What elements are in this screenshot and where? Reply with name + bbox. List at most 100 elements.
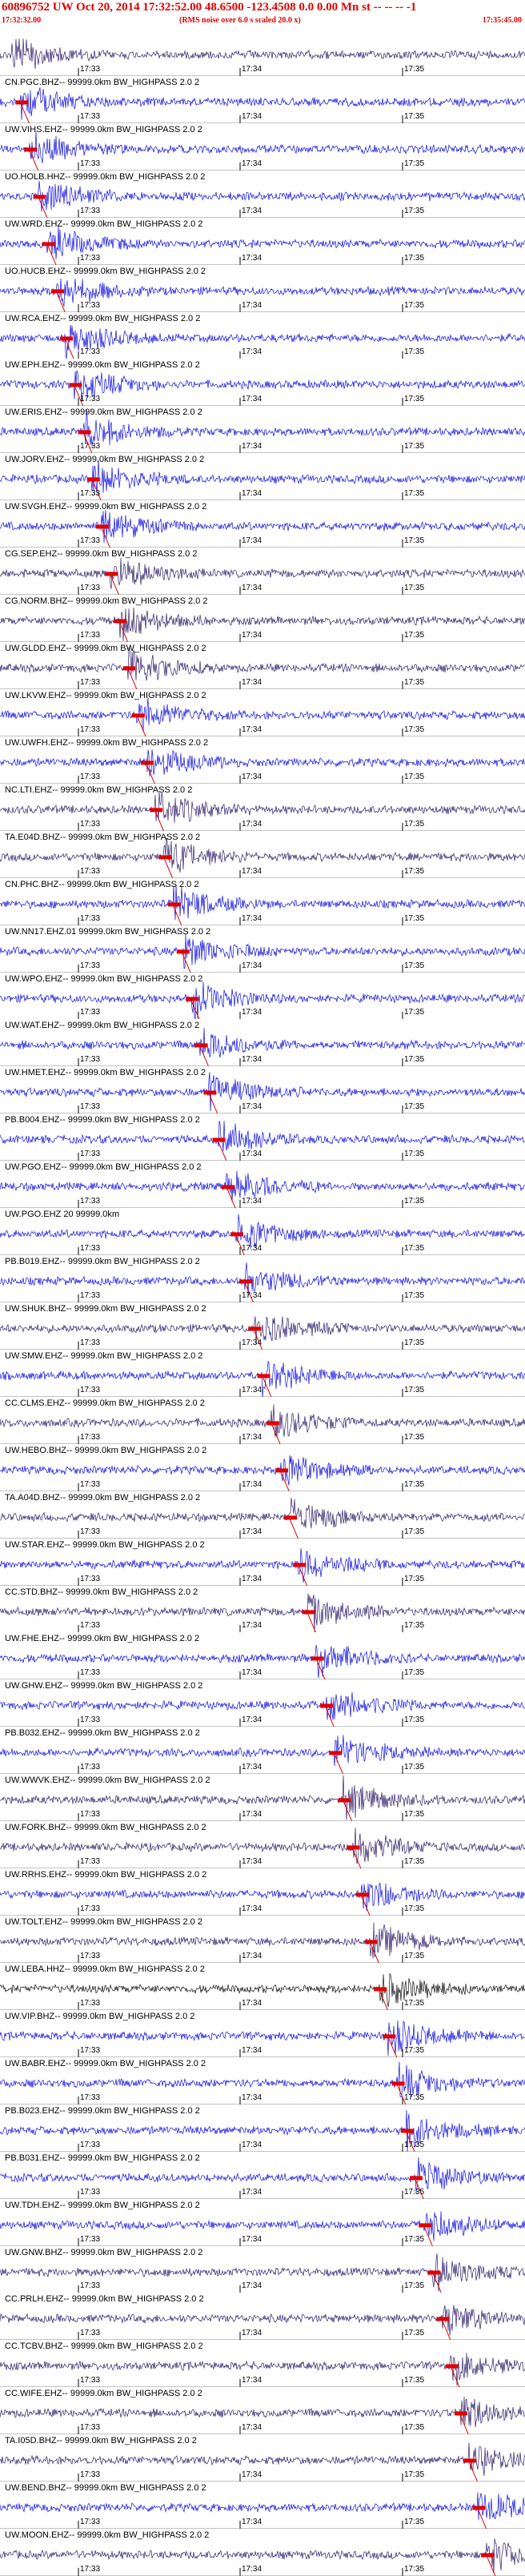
trace-label: UW.WAT.EHZ-- 99999.0km BW_HIGHPASS 2.0 2 bbox=[5, 1021, 200, 1031]
time-tick-label: 17:33 bbox=[80, 2470, 101, 2480]
phase-pick-marker bbox=[293, 1563, 307, 1567]
trace-label: UW.WRD.EHZ-- 99999.0km BW_HIGHPASS 2.0 2 bbox=[5, 219, 203, 229]
time-tick-label: 17:34 bbox=[242, 1904, 262, 1914]
waveform-line bbox=[0, 1882, 525, 1912]
phase-pick-marker bbox=[472, 2506, 486, 2510]
trace-row: TA.I05D.BHZ-- 99999.0km BW_HIGHPASS 2.0 … bbox=[0, 2434, 525, 2482]
time-tick-label: 17:34 bbox=[242, 1810, 262, 1820]
trace-row: CN.PGC.BHZ-- 99999.0km BW_HIGHPASS 2.0 2… bbox=[0, 76, 525, 123]
trace-row: UW.VIHS.EHZ-- 99999.0km BW_HIGHPASS 2.0 … bbox=[0, 123, 525, 171]
trace-row: CC.CLMS.EHZ-- 99999.0km BW_HIGHPASS 2.0 … bbox=[0, 1397, 525, 1444]
phase-pick-marker bbox=[141, 760, 154, 765]
phase-pick-marker bbox=[338, 1798, 351, 1803]
waveform-line bbox=[0, 459, 525, 494]
time-tick-label: 17:33 bbox=[80, 961, 101, 970]
trace-row: UW.TDH.EHZ-- 99999.0km BW_HIGHPASS 2.0 2… bbox=[0, 2199, 525, 2246]
trace-row: PB.B032.EHZ-- 99999.0km BW_HIGHPASS 2.0 … bbox=[0, 1727, 525, 1775]
time-tick-label: 17:35 bbox=[404, 2564, 425, 2574]
time-tick-label: 17:35 bbox=[404, 2329, 425, 2338]
phase-pick-marker bbox=[355, 1892, 369, 1897]
time-tick-label: 17:33 bbox=[80, 536, 101, 546]
phase-pick-marker bbox=[60, 335, 74, 340]
trace-label: CC.STD.BHZ-- 99999.0km BW_HIGHPASS 2.0 2 bbox=[5, 1587, 198, 1597]
trace-row: CN.PHC.BHZ-- 99999.0km BW_HIGHPASS 2.0 2… bbox=[0, 878, 525, 925]
time-tick-label: 17:35 bbox=[404, 1479, 425, 1489]
time-tick-label: 17:35 bbox=[404, 1197, 425, 1206]
time-tick-label: 17:35 bbox=[404, 1008, 425, 1017]
trace-label: UW.SMW.EHZ-- 99999.0km BW_HIGHPASS 2.0 2 bbox=[5, 1350, 203, 1361]
time-tick-label: 17:33 bbox=[80, 489, 101, 499]
time-tick-label: 17:33 bbox=[80, 111, 101, 121]
time-tick-label: 17:35 bbox=[404, 2234, 425, 2244]
moveout-line bbox=[315, 1658, 326, 1680]
trace-label: UW.EPH.EHZ-- 99999.0km BW_HIGHPASS 2.0 2 bbox=[5, 360, 200, 371]
time-tick-label: 17:33 bbox=[80, 253, 101, 263]
trace-row: PB.B019.EHZ-- 99999.0km BW_HIGHPASS 2.0 … bbox=[0, 1255, 525, 1302]
phase-pick-marker bbox=[275, 1468, 288, 1473]
time-tick-label: 17:35 bbox=[404, 489, 425, 499]
time-tick-label: 17:35 bbox=[404, 1055, 425, 1065]
trace-row: UW.STAR.EHZ-- 99999.0km BW_HIGHPASS 2.0 … bbox=[0, 1539, 525, 1586]
waveform-line bbox=[0, 87, 525, 120]
time-tick-label: 17:34 bbox=[242, 1857, 262, 1867]
time-tick-label: 17:34 bbox=[242, 1998, 262, 2008]
trace-label: UW.PGO.EHZ 20 99999.0km bbox=[5, 1210, 120, 1220]
time-tick-label: 17:34 bbox=[242, 2187, 262, 2197]
trace-label: TA.I05D.BHZ-- 99999.0km BW_HIGHPASS 2.0 … bbox=[5, 2436, 197, 2446]
trace-row: UW.FORK.BHZ-- 99999.0km BW_HIGHPASS 2.0 … bbox=[0, 1821, 525, 1869]
trace-row: CG.NORM.BHZ-- 99999.0km BW_HIGHPASS 2.0 … bbox=[0, 595, 525, 643]
time-tick-label: 17:33 bbox=[80, 1715, 101, 1725]
phase-pick-marker bbox=[239, 1279, 253, 1284]
trace-label: CC.WIFE.EHZ-- 99999.0km BW_HIGHPASS 2.0 … bbox=[5, 2389, 202, 2399]
time-tick-label: 17:35 bbox=[404, 64, 425, 74]
phase-pick-marker bbox=[158, 855, 172, 860]
waveform-line bbox=[0, 2442, 525, 2477]
trace-row: TA.E04D.BHZ-- 99999.0km BW_HIGHPASS 2.0 … bbox=[0, 831, 525, 878]
moveout-line bbox=[333, 1752, 343, 1775]
trace-label: UW.HEBO.BHZ-- 99999.0km BW_HIGHPASS 2.0 … bbox=[5, 1445, 207, 1455]
waveform-line bbox=[0, 131, 525, 163]
time-tick-label: 17:35 bbox=[404, 111, 425, 121]
trace-row: UW.GHW.EHZ-- 99999.0km BW_HIGHPASS 2.0 2… bbox=[0, 1679, 525, 1727]
time-tick-label: 17:34 bbox=[242, 2329, 262, 2338]
trace-waveform bbox=[0, 38, 525, 76]
trace-row: UW.FHE.EHZ-- 99999.0km BW_HIGHPASS 2.0 2… bbox=[0, 1632, 525, 1680]
time-tick-label: 17:35 bbox=[404, 1385, 425, 1394]
time-tick-label: 17:33 bbox=[80, 1810, 101, 1820]
phase-pick-marker bbox=[436, 2317, 450, 2321]
phase-pick-marker bbox=[400, 2129, 414, 2133]
waveform-line bbox=[0, 1404, 525, 1438]
waveform-line bbox=[0, 1214, 525, 1249]
trace-row: CC.STD.BHZ-- 99999.0km BW_HIGHPASS 2.0 2… bbox=[0, 1586, 525, 1633]
time-tick-label: 17:33 bbox=[80, 2329, 101, 2338]
time-tick-label: 17:33 bbox=[80, 866, 101, 876]
phase-pick-marker bbox=[391, 2081, 405, 2086]
time-tick-label: 17:35 bbox=[404, 1904, 425, 1914]
phase-pick-marker bbox=[114, 619, 127, 624]
time-tick-label: 17:33 bbox=[80, 1150, 101, 1159]
trace-label: CG.SEP.EHZ-- 99999.0km BW_HIGHPASS 2.0 2 bbox=[5, 549, 198, 560]
time-tick-label: 17:35 bbox=[404, 2423, 425, 2433]
trace-row: TA.A04D.BHZ-- 99999.0km BW_HIGHPASS 2.0 … bbox=[0, 1491, 525, 1539]
time-tick-label: 17:34 bbox=[242, 111, 262, 121]
time-tick-label: 17:35 bbox=[404, 2045, 425, 2055]
waveform-line bbox=[0, 1922, 525, 1959]
trace-label: UW.UWFH.EHZ-- 99999.0km BW_HIGHPASS 2.0 … bbox=[5, 737, 209, 748]
time-tick-label: 17:34 bbox=[242, 158, 262, 168]
waveform-line bbox=[0, 933, 525, 969]
phase-pick-marker bbox=[42, 242, 55, 247]
trace-label: CC.PRLH.EHZ-- 99999.0km BW_HIGHPASS 2.0 … bbox=[5, 2294, 204, 2305]
time-tick-label: 17:35 bbox=[404, 1244, 425, 1254]
time-tick-label: 17:35 bbox=[404, 2470, 425, 2480]
phase-pick-marker bbox=[51, 289, 64, 294]
time-tick-label: 17:35 bbox=[404, 1715, 425, 1725]
time-tick-label: 17:33 bbox=[80, 1527, 101, 1536]
time-tick-label: 17:34 bbox=[242, 1290, 262, 1300]
trace-label: PB.B032.EHZ-- 99999.0km BW_HIGHPASS 2.0 … bbox=[5, 1728, 200, 1739]
time-tick-label: 17:34 bbox=[242, 1951, 262, 1960]
waveform-line bbox=[0, 558, 525, 589]
trace-label: UW.SHUK.BHZ-- 99999.0km BW_HIGHPASS 2.0 … bbox=[5, 1304, 206, 1314]
time-tick-label: 17:34 bbox=[242, 1385, 262, 1394]
phase-pick-marker bbox=[266, 1421, 279, 1426]
trace-label: PB.B004.EHZ-- 99999.0km BW_HIGHPASS 2.0 … bbox=[5, 1115, 200, 1125]
